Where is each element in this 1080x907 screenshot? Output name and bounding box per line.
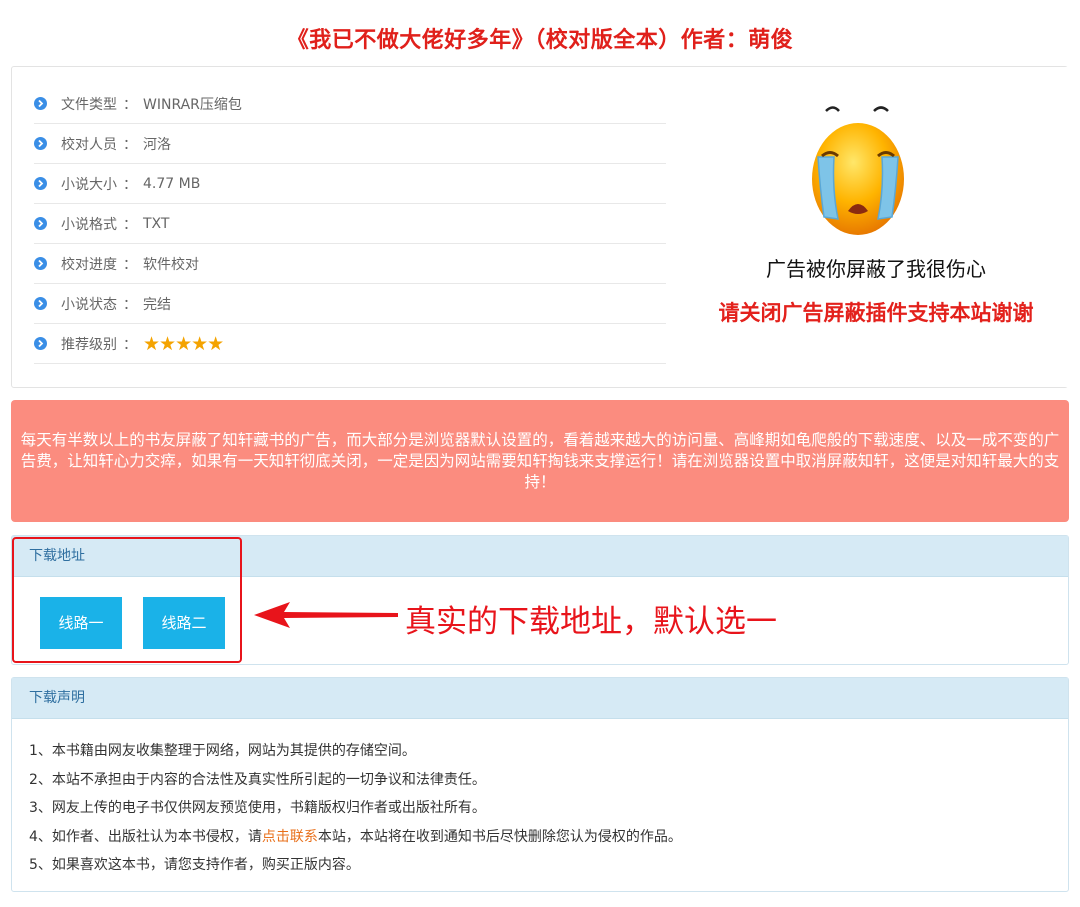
contact-link[interactable]: 点击联系: [262, 829, 318, 845]
info-row-rating: 推荐级别： ★★★★★: [34, 324, 666, 364]
annotation-highlight-box: [12, 537, 242, 663]
declaration-item: 2、本站不承担由于内容的合法性及真实性所引起的一切争议和法律责任。: [29, 771, 486, 788]
info-value: WINRAR压缩包: [143, 96, 242, 113]
declaration-item: 3、网友上传的电子书仅供网友预览使用，书籍版权归作者或出版社所有。: [29, 800, 486, 816]
annotation-text: 真实的下载地址，默认选一: [405, 604, 777, 640]
info-row-format: 小说格式： TXT: [34, 204, 666, 244]
info-row-proofreader: 校对人员：河洛: [34, 124, 666, 164]
chevron-circle-right-icon: [34, 137, 47, 150]
info-value: 4.77 MB: [143, 175, 201, 192]
chevron-circle-right-icon: [34, 337, 47, 350]
info-label: 校对人员: [61, 136, 117, 153]
ad-blocked-request: 请关闭广告屏蔽插件支持本站谢谢: [718, 300, 1034, 325]
info-value: 完结: [143, 296, 171, 313]
info-label: 校对进度: [61, 256, 117, 273]
declaration-heading: 下载声明: [12, 678, 1068, 719]
info-label: 小说格式: [61, 216, 117, 233]
chevron-circle-right-icon: [34, 177, 47, 190]
declaration-item: 4、如作者、出版社认为本书侵权，请点击联系本站，本站将在收到通知书后尽快删除您认…: [29, 828, 682, 845]
red-arrow-left-icon: [254, 602, 398, 628]
crying-face-icon: [812, 106, 904, 235]
info-label: 推荐级别: [61, 336, 117, 353]
declaration-item: 5、如果喜欢这本书，请您支持作者，购买正版内容。: [29, 857, 360, 873]
ad-blocked-message: 广告被你屏蔽了我很伤心: [766, 257, 986, 281]
chevron-circle-right-icon: [34, 97, 47, 110]
ad-blocked-placeholder: 广告被你屏蔽了我很伤心 请关闭广告屏蔽插件支持本站谢谢: [684, 67, 1068, 387]
chevron-circle-right-icon: [34, 297, 47, 310]
ad-block-notice: 每天有半数以上的书友屏蔽了知轩藏书的广告，而大部分是浏览器默认设置的，看着越来越…: [11, 400, 1069, 522]
info-value: 软件校对: [143, 256, 199, 273]
declaration-panel: 下载声明 1、本书籍由网友收集整理于网络，网站为其提供的存储空间。 2、本站不承…: [11, 677, 1069, 892]
info-label: 文件类型: [61, 96, 117, 113]
info-row-size: 小说大小： 4.77 MB: [34, 164, 666, 204]
chevron-circle-right-icon: [34, 257, 47, 270]
info-value: TXT: [143, 215, 170, 232]
info-row-status: 小说状态：完结: [34, 284, 666, 324]
declaration-item: 1、本书籍由网友收集整理于网络，网站为其提供的存储空间。: [29, 743, 416, 759]
info-row-file-type: 文件类型： WINRAR压缩包: [34, 84, 666, 124]
info-list: 文件类型： WINRAR压缩包 校对人员：河洛 小说大小： 4.77 MB 小说格式…: [34, 84, 666, 364]
page-title: 《我已不做大佬好多年》（校对版全本）作者：萌俊: [286, 28, 794, 53]
info-label: 小说状态: [61, 296, 117, 313]
declaration-list: 1、本书籍由网友收集整理于网络，网站为其提供的存储空间。 2、本站不承担由于内容…: [12, 719, 1068, 880]
info-value: 河洛: [143, 136, 171, 153]
book-info-box: 文件类型： WINRAR压缩包 校对人员：河洛 小说大小： 4.77 MB 小说格式…: [11, 66, 1068, 388]
rating-stars: ★★★★★: [143, 332, 224, 355]
info-row-progress: 校对进度：软件校对: [34, 244, 666, 284]
chevron-circle-right-icon: [34, 217, 47, 230]
info-label: 小说大小: [61, 176, 117, 193]
